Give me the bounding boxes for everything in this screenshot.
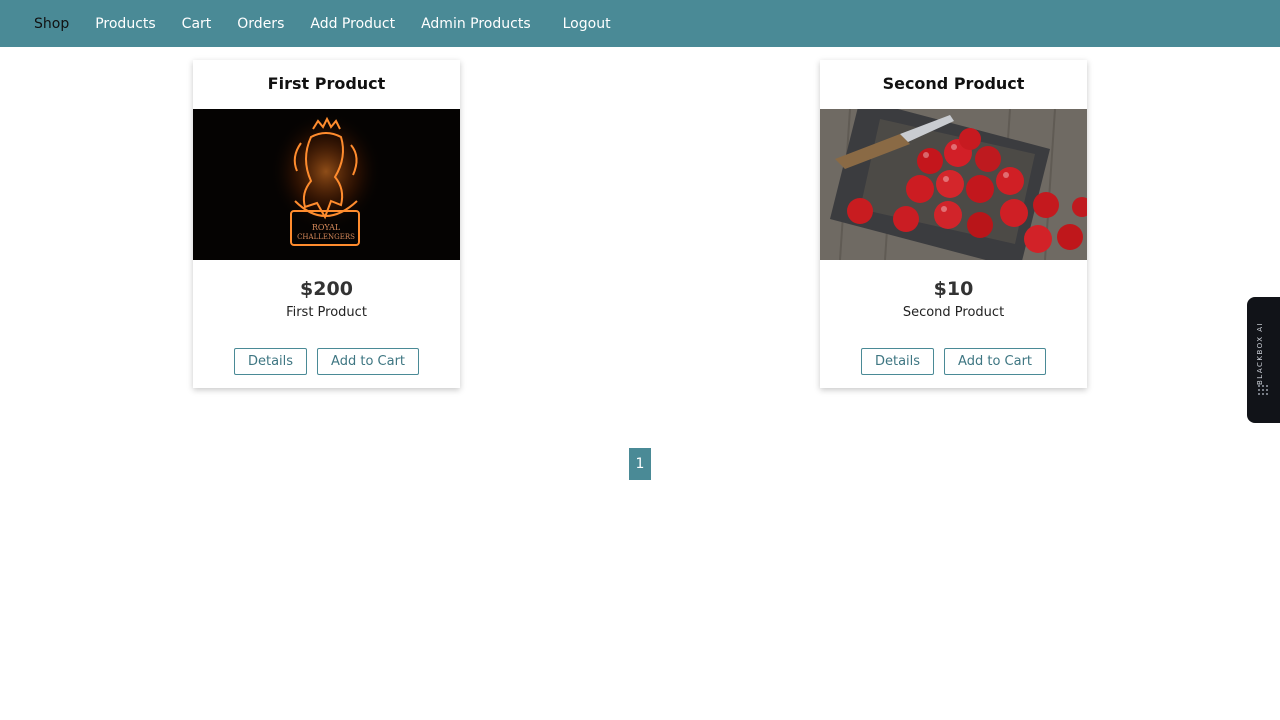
product-title: Second Product [882,74,1025,93]
image-caption-line-1: ROYAL [312,223,341,232]
product-description: First Product [286,305,367,320]
product-image: ROYAL CHALLENGERS [193,109,460,260]
nav-logout-button[interactable]: Logout [563,16,611,32]
product-actions: Details Add to Cart [820,348,1087,375]
nav-shop-link[interactable]: Shop [34,16,69,32]
main-navbar: Shop Products Cart Orders Add Product Ad… [0,0,1280,47]
side-widget-label: BLACKBOX AI [1256,321,1264,385]
pagination-page-1[interactable]: 1 [629,448,651,480]
nav-admin-products-link[interactable]: Admin Products [421,16,531,32]
image-caption-line-2: CHALLENGERS [297,233,355,241]
blackbox-side-widget[interactable]: BLACKBOX AI [1247,297,1280,423]
product-price: $200 [300,278,353,300]
add-to-cart-button[interactable]: Add to Cart [317,348,420,375]
product-title: First Product [267,74,386,93]
product-price: $10 [933,278,974,300]
product-actions: Details Add to Cart [193,348,460,375]
details-button[interactable]: Details [860,348,935,375]
product-card: Second Product $10 Second Product Detail… [820,60,1087,388]
details-button[interactable]: Details [233,348,308,375]
nav-orders-link[interactable]: Orders [237,16,284,32]
product-card: First Product ROYAL CHALLENGERS $200 Fir… [193,60,460,388]
product-description: Second Product [902,305,1005,320]
nav-products-link[interactable]: Products [95,16,155,32]
nav-cart-link[interactable]: Cart [182,16,212,32]
blackbox-logo-icon [1258,385,1268,395]
product-image [820,109,1087,260]
nav-add-product-link[interactable]: Add Product [310,16,395,32]
add-to-cart-button[interactable]: Add to Cart [944,348,1047,375]
